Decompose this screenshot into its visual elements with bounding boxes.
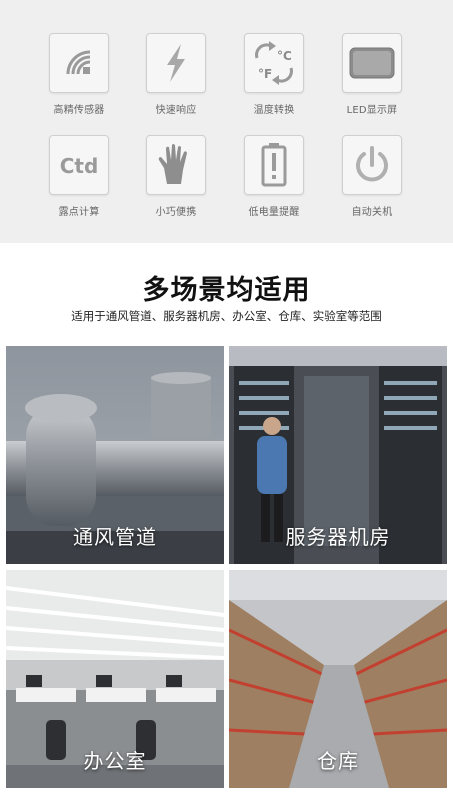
scene-label: 通风管道 — [73, 525, 157, 549]
led-screen-icon — [342, 33, 402, 93]
ctd-text: Ctd — [60, 154, 99, 178]
feature-label: 露点计算 — [58, 207, 100, 218]
lightning-icon — [146, 33, 206, 93]
scene-label: 服务器机房 — [285, 525, 391, 549]
scene-label: 仓库 — [317, 749, 359, 773]
features-panel: 高精传感器 快速响应 °C °F 温度转换 LED显示屏 Ctd 露点计算 小巧… — [0, 0, 453, 243]
feature-label: 小巧便携 — [155, 207, 197, 218]
feature-portable: 小巧便携 — [131, 135, 221, 218]
scene-server-room: 服务器机房 — [229, 346, 447, 564]
feature-temp-switch: °C °F 温度转换 — [229, 33, 319, 116]
feature-label: 温度转换 — [253, 105, 295, 116]
scene-label: 办公室 — [83, 749, 147, 773]
feature-label: 高精传感器 — [53, 105, 105, 116]
feature-led: LED显示屏 — [327, 33, 417, 116]
feature-label: LED显示屏 — [346, 105, 398, 116]
section-title: 多场景均适用 — [142, 275, 311, 306]
feature-fast: 快速响应 — [131, 33, 221, 116]
feature-label: 低电量提醒 — [248, 207, 300, 218]
feature-label: 快速响应 — [155, 105, 197, 116]
celsius-text: °C — [277, 49, 292, 63]
scene-office: 办公室 — [6, 570, 224, 788]
temperature-switch-icon: °C °F — [244, 33, 304, 93]
scene-duct: 通风管道 — [6, 346, 224, 564]
scene-warehouse: 仓库 — [229, 570, 447, 788]
feature-sensor: 高精传感器 — [34, 33, 124, 116]
fahrenheit-text: °F — [258, 67, 272, 81]
feature-auto-off: 自动关机 — [327, 135, 417, 218]
ctd-icon: Ctd — [49, 135, 109, 195]
hand-icon — [146, 135, 206, 195]
feature-dewpoint: Ctd 露点计算 — [34, 135, 124, 218]
feature-low-battery: 低电量提醒 — [229, 135, 319, 218]
feature-label: 自动关机 — [351, 207, 393, 218]
wireless-sensor-icon — [49, 33, 109, 93]
low-battery-icon — [244, 135, 304, 195]
power-icon — [342, 135, 402, 195]
section-subtitle: 适用于通风管道、服务器机房、办公室、仓库、实验室等范围 — [71, 309, 382, 323]
